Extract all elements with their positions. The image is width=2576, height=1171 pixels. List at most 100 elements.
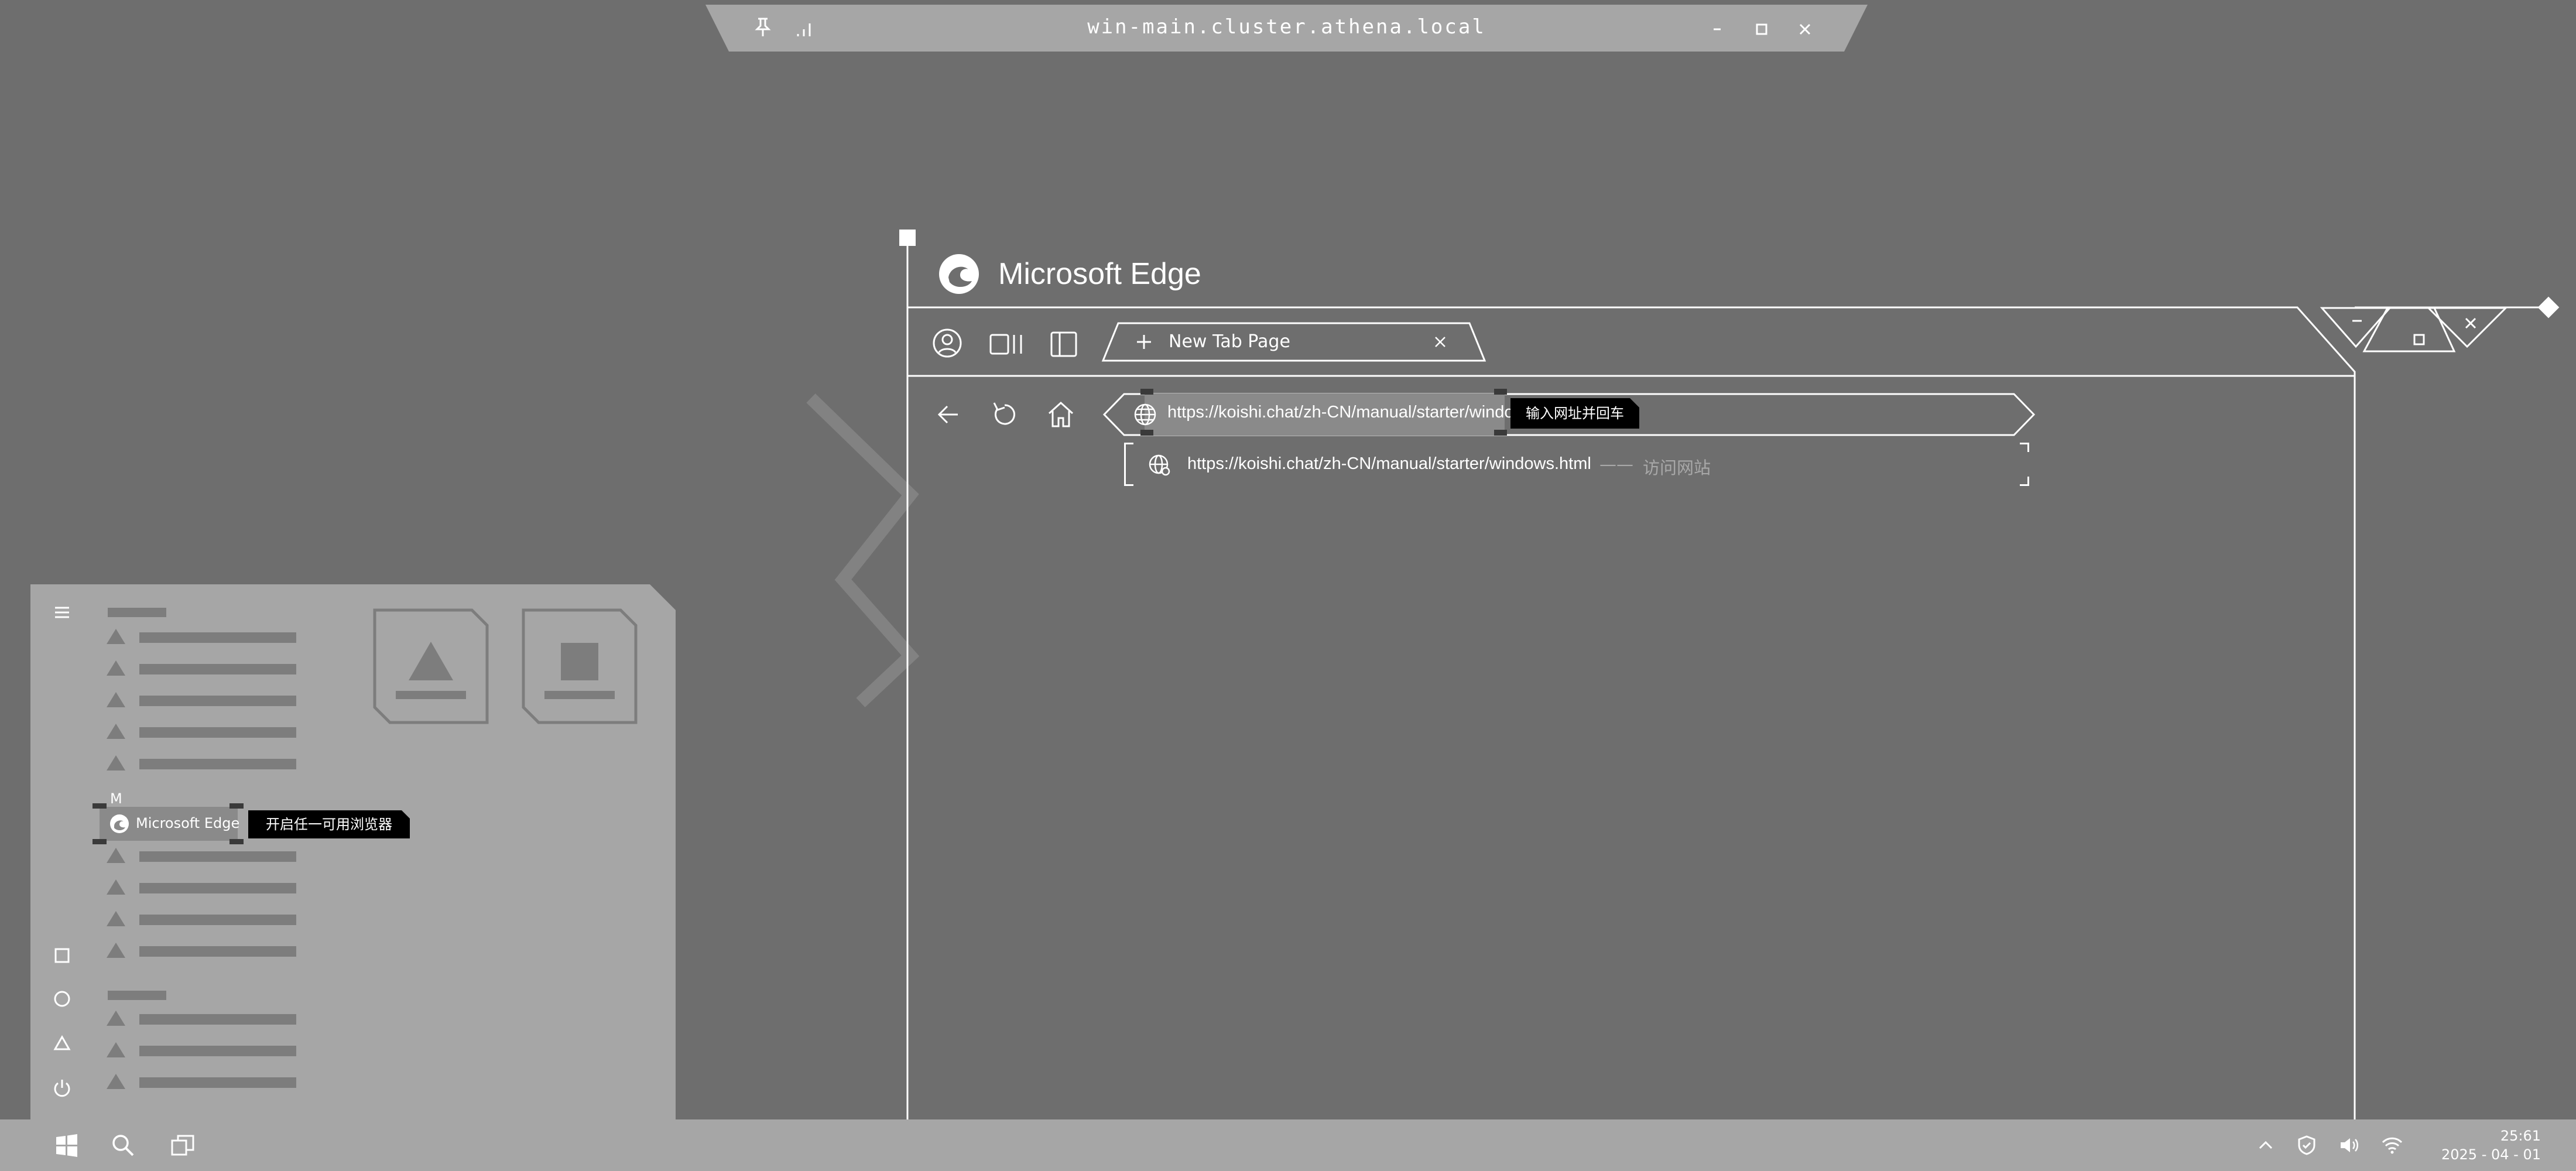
- edge-icon: [109, 813, 130, 834]
- close-icon: [1799, 23, 1811, 35]
- wifi-icon: [2382, 1137, 2403, 1154]
- menu-toggle-button[interactable]: [50, 601, 74, 624]
- app-label-placeholder: [139, 1046, 296, 1056]
- app-label-placeholder: [139, 727, 296, 738]
- app-icon-placeholder: [107, 1042, 125, 1057]
- tray-expand-button[interactable]: [2254, 1134, 2277, 1157]
- app-icon-placeholder: [107, 879, 125, 895]
- windows-icon: [56, 1134, 77, 1157]
- suggestion-url: https://koishi.chat/zh-CN/manual/starter…: [1187, 454, 1591, 473]
- remote-minimize-button[interactable]: [1707, 19, 1728, 40]
- app-icon-placeholder: [107, 911, 125, 926]
- tab-close-button[interactable]: [1431, 333, 1450, 351]
- search-icon: [112, 1135, 134, 1156]
- remote-session-title: win-main.cluster.athena.local: [1087, 15, 1486, 39]
- group-header-placeholder: [108, 608, 166, 617]
- app-icon-placeholder: [107, 1011, 125, 1026]
- sidebar-icon: [1050, 331, 1077, 357]
- section-letter: M: [110, 790, 122, 807]
- app-label-placeholder: [139, 632, 296, 643]
- edge-logo-icon: [937, 252, 981, 296]
- sidebar-toggle-button[interactable]: [1048, 328, 1081, 361]
- app-icon-placeholder: [107, 660, 125, 676]
- settings-button[interactable]: [50, 1032, 74, 1055]
- workspaces-icon: [989, 334, 1022, 355]
- hamburger-icon: [55, 607, 69, 618]
- edge-app-title: Microsoft Edge: [998, 257, 1201, 291]
- minimize-icon: [2352, 320, 2362, 322]
- taskbar: 25:61 2025 - 04 - 01: [0, 1119, 2576, 1171]
- pictures-button[interactable]: [50, 987, 74, 1011]
- suggestion-action: 访问网站: [1643, 458, 1711, 478]
- power-icon: [54, 1080, 70, 1097]
- suggestion-row[interactable]: https://koishi.chat/zh-CN/manual/starter…: [1124, 443, 2029, 488]
- plus-icon: [1133, 331, 1155, 352]
- suggestion-bracket-right-bottom: [2020, 477, 2029, 486]
- clock-time: 25:61: [2500, 1128, 2541, 1144]
- tab-shape: [1101, 322, 1486, 362]
- profile-button[interactable]: [931, 327, 964, 359]
- documents-button[interactable]: [50, 944, 74, 967]
- app-label-placeholder: [139, 946, 296, 957]
- app-label-placeholder: [139, 759, 296, 769]
- suggestion-bracket-left: [1124, 443, 1133, 486]
- edge-maximize-button[interactable]: [2407, 328, 2431, 351]
- start-item-microsoft-edge[interactable]: Microsoft Edge: [93, 803, 274, 844]
- item-bracket-left: [93, 803, 107, 844]
- clock-date: 2025 - 04 - 01: [2441, 1146, 2541, 1163]
- app-icon-placeholder: [107, 724, 125, 739]
- start-item-tooltip: 开启任一可用浏览器: [248, 810, 410, 838]
- minimize-icon: [1714, 28, 1721, 30]
- app-label-placeholder: [139, 1077, 296, 1088]
- remote-close-button[interactable]: [1794, 19, 1815, 40]
- tile-square-icon: [522, 608, 638, 724]
- home-button[interactable]: [1044, 398, 1077, 431]
- app-label-placeholder: [139, 915, 296, 925]
- close-icon: [1435, 337, 1445, 347]
- profile-icon: [933, 328, 962, 358]
- edge-window: Microsoft Edge New Tab Page https://kois…: [878, 222, 2576, 1124]
- group-header-placeholder: [108, 991, 166, 1000]
- refresh-button[interactable]: [988, 398, 1021, 431]
- volume-button[interactable]: [2337, 1134, 2361, 1157]
- tab-new-tab-page[interactable]: New Tab Page: [1101, 321, 1487, 363]
- search-button[interactable]: [109, 1131, 137, 1159]
- circle-icon: [54, 991, 70, 1007]
- square-icon: [54, 948, 70, 963]
- edge-minimize-button[interactable]: [2345, 310, 2369, 334]
- arrow-left-icon: [937, 405, 958, 424]
- triangle-icon: [53, 1035, 71, 1050]
- start-tile[interactable]: [521, 608, 638, 725]
- globe-search-icon: [1147, 453, 1172, 478]
- app-icon-placeholder: [107, 692, 125, 707]
- maximize-icon: [1756, 23, 1767, 35]
- speaker-icon: [2341, 1138, 2358, 1152]
- power-button[interactable]: [50, 1076, 74, 1100]
- chevron-up-icon: [2259, 1141, 2273, 1149]
- app-icon-placeholder: [107, 943, 125, 958]
- app-icon-placeholder: [107, 629, 125, 644]
- maximize-icon: [2413, 334, 2425, 345]
- workspaces-button[interactable]: [988, 328, 1027, 361]
- refresh-icon: [993, 402, 1015, 425]
- suggestion-separator: ——: [1599, 454, 1633, 474]
- start-button[interactable]: [53, 1131, 81, 1159]
- edge-close-button[interactable]: [2459, 311, 2482, 335]
- network-button[interactable]: [2380, 1134, 2404, 1157]
- back-button[interactable]: [932, 398, 965, 431]
- app-label-placeholder: [139, 696, 296, 706]
- clock[interactable]: 25:61 2025 - 04 - 01: [2424, 1125, 2541, 1166]
- remote-maximize-button[interactable]: [1751, 19, 1772, 40]
- address-tooltip: 输入网址并回车: [1510, 398, 1639, 429]
- start-tile[interactable]: [372, 608, 489, 725]
- app-label-placeholder: [139, 851, 296, 862]
- home-icon: [1048, 401, 1074, 427]
- shield-icon: [2298, 1135, 2315, 1155]
- task-view-button[interactable]: [169, 1131, 197, 1159]
- tile-triangle-icon: [373, 608, 489, 724]
- security-button[interactable]: [2295, 1134, 2318, 1157]
- app-label-placeholder: [139, 883, 296, 893]
- close-icon: [2465, 317, 2476, 329]
- app-icon-placeholder: [107, 755, 125, 771]
- app-label-placeholder: [139, 1014, 296, 1025]
